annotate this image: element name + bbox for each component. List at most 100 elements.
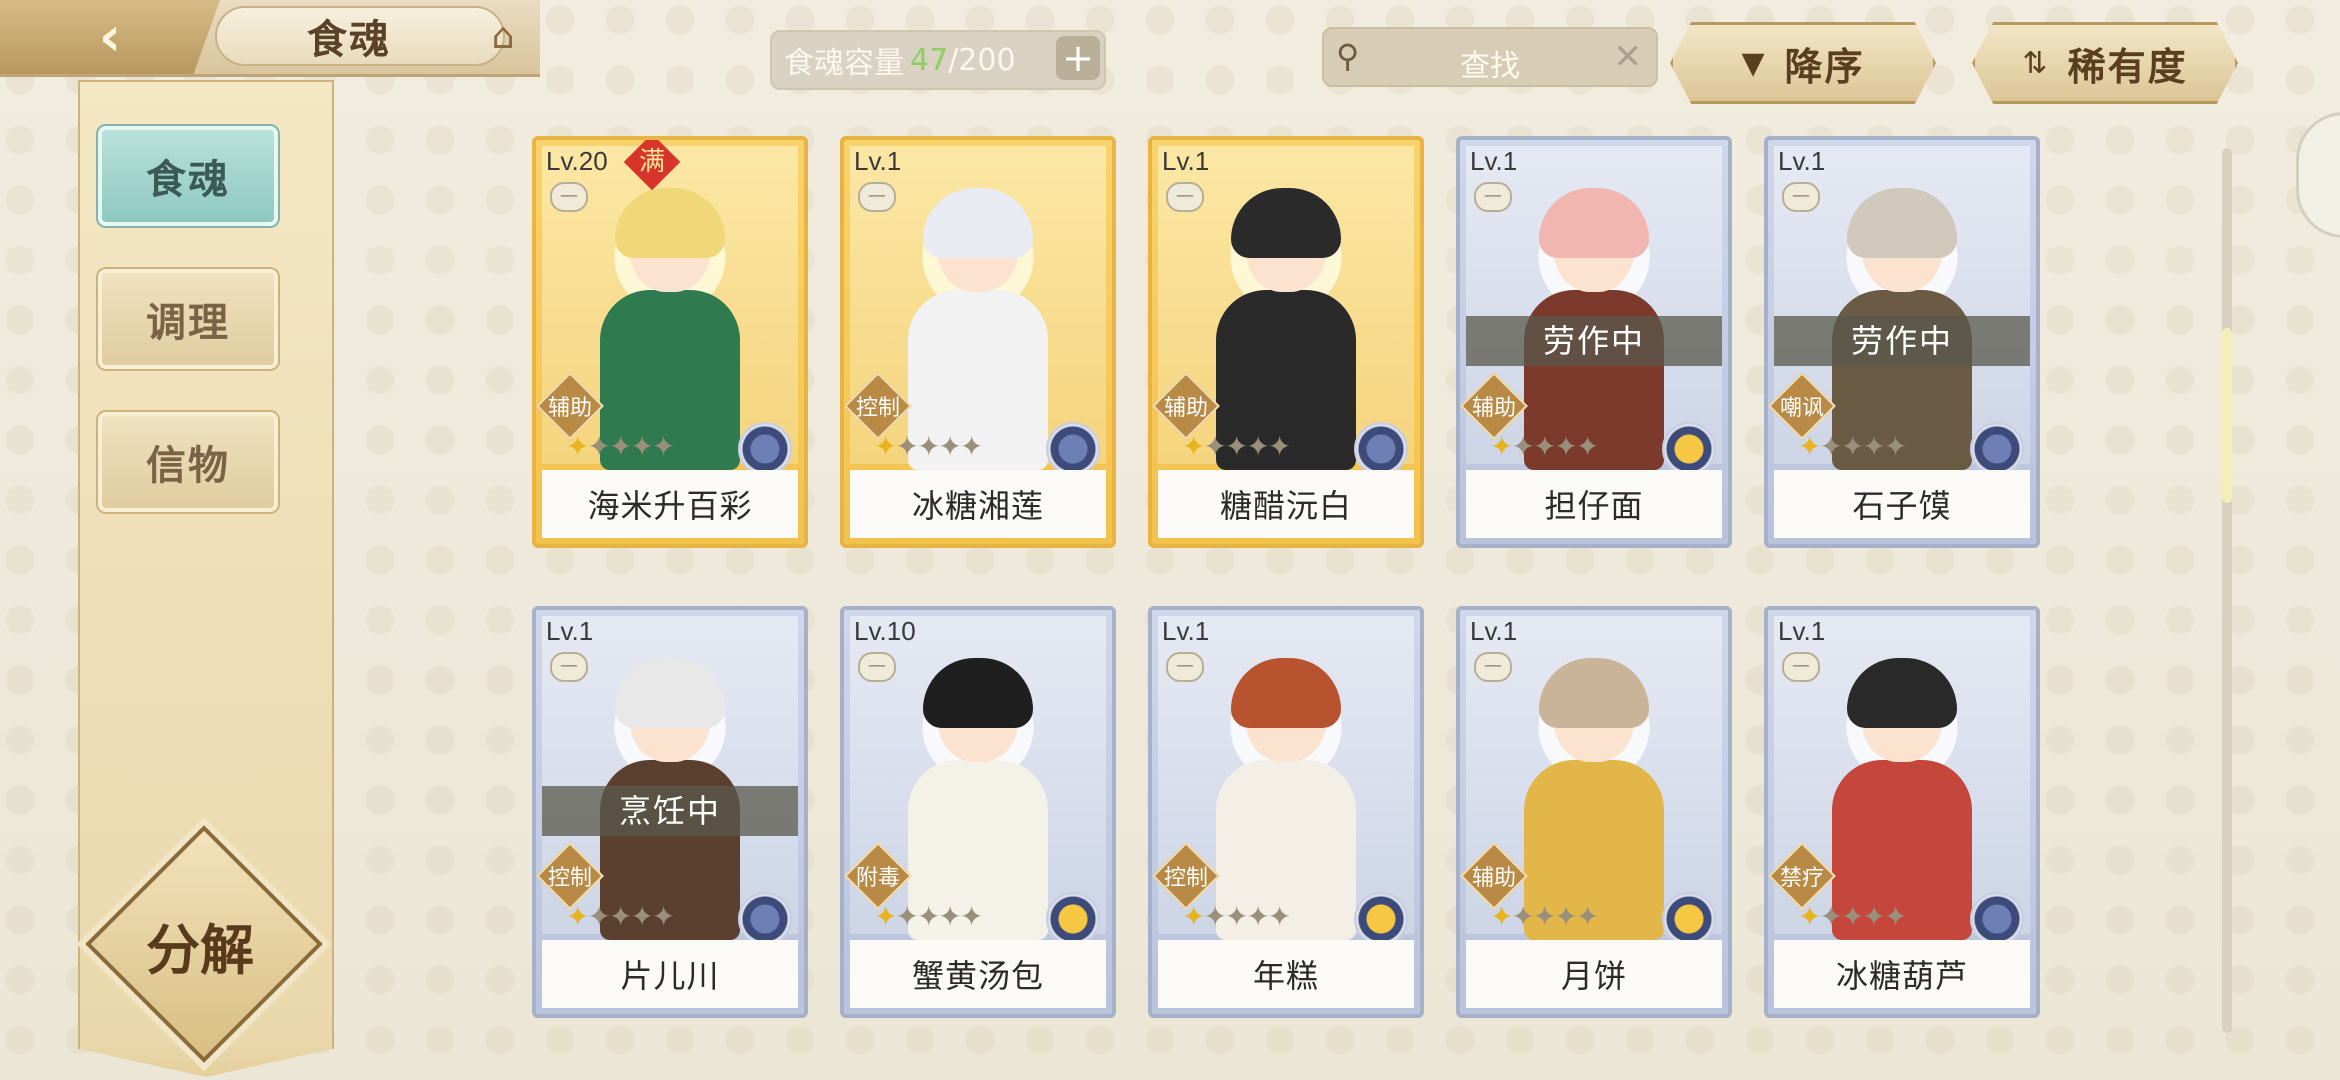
character-figure	[903, 658, 1053, 940]
star-icon: ✦	[938, 900, 962, 933]
star-icon: ✦	[1224, 430, 1249, 463]
food-soul-card[interactable]: Lv.1— 烹饪中 控制 ✦✦✦✦✦ 片儿川	[532, 606, 808, 1018]
star-icon: ✦	[1819, 900, 1843, 933]
card-name: 年糕	[1158, 940, 1414, 1008]
star-icon: ✦	[608, 900, 633, 933]
blue-flower-icon	[1970, 422, 2024, 476]
card-name: 海米升百彩	[542, 470, 798, 538]
add-capacity-button[interactable]: +	[1056, 36, 1100, 80]
star-rating: ✦✦✦✦✦	[566, 430, 676, 463]
status-banner: 烹饪中	[542, 786, 798, 836]
scrollbar-thumb[interactable]	[2222, 328, 2232, 503]
lock-toggle-icon[interactable]: —	[1782, 652, 1820, 682]
card-name: 冰糖葫芦	[1774, 940, 2030, 1008]
tab-keepsakes[interactable]: 信物	[98, 412, 278, 512]
search-placeholder: 查找	[1460, 49, 1520, 84]
lock-toggle-icon[interactable]: —	[858, 182, 896, 212]
star-icon: ✦	[651, 430, 676, 463]
star-icon: ✦	[1267, 430, 1292, 463]
decompose-label[interactable]: 分解	[120, 906, 280, 985]
star-icon: ✦	[938, 430, 962, 463]
food-soul-card[interactable]: Lv.1— 辅助 ✦✦✦✦✦ 糖醋沅白	[1148, 136, 1424, 548]
role-badge: 控制	[844, 372, 916, 440]
star-icon: ✦	[1246, 430, 1270, 463]
blue-flower-icon	[1354, 422, 1408, 476]
food-soul-card[interactable]: Lv.1— 控制 ✦✦✦✦✦ 年糕	[1148, 606, 1424, 1018]
tab-label: 信物	[146, 443, 230, 489]
level-label: Lv.20	[546, 146, 608, 176]
lock-toggle-icon[interactable]: —	[1782, 182, 1820, 212]
sort-toggle-icon: ⇅	[2022, 45, 2048, 81]
star-icon: ✦	[895, 900, 919, 933]
back-button[interactable]: ‹	[0, 0, 220, 74]
home-pavilion-icon[interactable]: ⌂	[475, 16, 531, 60]
food-soul-card[interactable]: Lv.1— 劳作中 嘲讽 ✦✦✦✦✦ 石子馍	[1764, 136, 2040, 548]
star-icon: ✦	[874, 900, 898, 933]
lock-toggle-icon[interactable]: —	[1166, 182, 1204, 212]
star-icon: ✦	[587, 900, 611, 933]
gold-leaf-icon	[1662, 422, 1716, 476]
capacity-display: 食魂容量 47 /200 +	[770, 30, 1106, 90]
food-soul-card[interactable]: Lv.1— 辅助 ✦✦✦✦✦ 月饼	[1456, 606, 1732, 1018]
back-chevron-icon: ‹	[98, 5, 122, 68]
level-label: Lv.1	[854, 146, 902, 176]
food-soul-card[interactable]: Lv.10— 附毒 ✦✦✦✦✦ 蟹黄汤包	[840, 606, 1116, 1018]
character-figure	[1211, 188, 1361, 470]
sort-descending-icon: ▼	[1741, 45, 1765, 81]
tab-cooking[interactable]: 调理	[98, 269, 278, 369]
blue-flower-icon	[1046, 422, 1100, 476]
card-name: 冰糖湘莲	[850, 470, 1106, 538]
level-label: Lv.1	[1470, 146, 1518, 176]
star-icon: ✦	[1554, 430, 1578, 463]
star-icon: ✦	[1511, 430, 1535, 463]
star-icon: ✦	[566, 430, 590, 463]
role-badge: 辅助	[1460, 372, 1532, 440]
character-figure	[903, 188, 1053, 470]
star-icon: ✦	[959, 900, 984, 933]
role-badge: 禁疗	[1768, 842, 1840, 910]
star-rating: ✦✦✦✦✦	[874, 430, 983, 463]
sort-order-label: 降序	[1784, 44, 1865, 89]
star-icon: ✦	[1840, 900, 1865, 933]
star-icon: ✦	[1819, 430, 1843, 463]
star-rating: ✦✦✦✦✦	[1490, 430, 1599, 463]
star-icon: ✦	[630, 900, 654, 933]
star-icon: ✦	[1490, 430, 1514, 463]
lock-toggle-icon[interactable]: —	[858, 652, 896, 682]
lock-toggle-icon[interactable]: —	[550, 652, 588, 682]
page-title: 食魂	[307, 17, 391, 63]
level-label: Lv.10	[854, 616, 916, 646]
sort-rarity-button[interactable]: ⇅ 稀有度	[1972, 22, 2238, 104]
scrollbar[interactable]	[2222, 148, 2232, 1033]
lock-toggle-icon[interactable]: —	[1474, 182, 1512, 212]
star-icon: ✦	[651, 900, 676, 933]
food-soul-card[interactable]: Lv.1— 劳作中 辅助 ✦✦✦✦✦ 担仔面	[1456, 136, 1732, 548]
lock-toggle-icon[interactable]: —	[1474, 652, 1512, 682]
lock-toggle-icon[interactable]: —	[1166, 652, 1204, 682]
level-label: Lv.1	[1778, 146, 1826, 176]
star-icon: ✦	[1224, 900, 1249, 933]
star-icon: ✦	[1203, 900, 1227, 933]
star-rating: ✦✦✦✦✦	[1490, 900, 1599, 933]
food-soul-card[interactable]: Lv.1— 控制 ✦✦✦✦✦ 冰糖湘莲	[840, 136, 1116, 548]
tab-food-souls[interactable]: 食魂	[98, 126, 278, 226]
food-soul-card[interactable]: Lv.1— 禁疗 ✦✦✦✦✦ 冰糖葫芦	[1764, 606, 2040, 1018]
search-field[interactable]: ⚲ 查找 ✕	[1322, 27, 1658, 87]
card-name: 石子馍	[1774, 470, 2030, 538]
role-badge: 辅助	[536, 372, 608, 440]
food-soul-card[interactable]: Lv.20 满 — 辅助 ✦✦✦✦✦ 海米升百彩	[532, 136, 808, 548]
star-icon: ✦	[1490, 900, 1514, 933]
card-name: 月饼	[1466, 940, 1722, 1008]
sort-order-button[interactable]: ▼ 降序	[1670, 22, 1936, 104]
status-banner: 劳作中	[1774, 316, 2030, 366]
lock-toggle-icon[interactable]: —	[550, 182, 588, 212]
star-icon: ✦	[895, 430, 919, 463]
capacity-max: /200	[948, 42, 1016, 78]
capacity-current: 47	[910, 42, 949, 78]
star-rating: ✦✦✦✦✦	[874, 900, 984, 933]
star-icon: ✦	[587, 430, 611, 463]
star-icon: ✦	[1862, 430, 1886, 463]
clear-search-icon[interactable]: ✕	[1614, 37, 1643, 77]
tab-label: 调理	[146, 300, 230, 346]
blue-flower-icon	[1970, 892, 2024, 946]
